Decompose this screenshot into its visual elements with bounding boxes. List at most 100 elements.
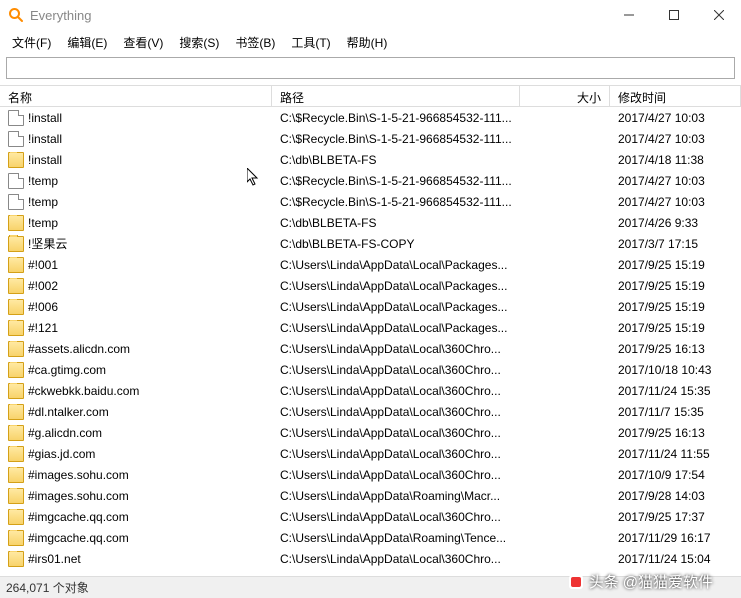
file-name: !install [28,153,62,167]
column-header-mtime[interactable]: 修改时间 [610,86,741,106]
folder-icon [8,467,24,483]
file-mtime: 2017/4/27 10:03 [610,111,741,125]
table-row[interactable]: #!002 C:\Users\Linda\AppData\Local\Packag… [0,275,741,296]
menu-search[interactable]: 搜索(S) [171,32,227,53]
file-path: C:\Users\Linda\AppData\Local\360Chro... [272,363,520,377]
table-row[interactable]: #!001C:\Users\Linda\AppData\Local\Packag… [0,254,741,275]
folder-icon [8,341,24,357]
file-path: C:\db\BLBETA-FS [272,153,520,167]
table-row[interactable]: #assets.alicdn.com C:\Users\Linda\AppData… [0,338,741,359]
table-row[interactable]: #images.sohu.comC:\Users\Linda\AppData\L… [0,464,741,485]
file-name: #dl.ntalker.com [28,405,109,419]
menu-file[interactable]: 文件(F) [4,32,59,53]
table-row[interactable]: !installC:\$Recycle.Bin\S-1-5-21-9668545… [0,128,741,149]
menu-help[interactable]: 帮助(H) [339,32,396,53]
file-name: #gias.jd.com [28,447,95,461]
column-header-size[interactable]: 大小 [520,86,610,106]
folder-icon [8,215,24,231]
table-row[interactable]: #imgcache.qq.comC:\Users\Linda\AppData\R… [0,527,741,548]
table-row[interactable]: !坚果云C:\db\BLBETA-FS-COPY2017/3/7 17:15 [0,233,741,254]
table-row[interactable]: !tempC:\db\BLBETA-FS2017/4/26 9:33 [0,212,741,233]
file-name: #ca.gtimg.com [28,363,106,377]
table-row[interactable]: !installC:\db\BLBETA-FS2017/4/18 11:38 [0,149,741,170]
folder-icon [8,257,24,273]
file-path: C:\Users\Linda\AppData\Local\Packages... [272,258,520,272]
file-mtime: 2017/4/27 10:03 [610,132,741,146]
menu-edit[interactable]: 编辑(E) [59,32,115,53]
menu-tools[interactable]: 工具(T) [283,32,338,53]
folder-icon [8,509,24,525]
file-mtime: 2017/4/26 9:33 [610,216,741,230]
file-path: C:\Users\Linda\AppData\Local\360Chro... [272,342,520,356]
file-icon [8,173,24,189]
file-mtime: 2017/3/7 17:15 [610,237,741,251]
file-path: C:\Users\Linda\AppData\Local\360Chro... [272,447,520,461]
table-row[interactable]: #images.sohu.com C:\Users\Linda\AppData\R… [0,485,741,506]
minimize-button[interactable] [606,0,651,30]
file-mtime: 2017/9/25 16:13 [610,426,741,440]
results-list[interactable]: !install C:\$Recycle.Bin\S-1-5-21-9668545… [0,107,741,579]
file-mtime: 2017/11/24 15:35 [610,384,741,398]
file-mtime: 2017/4/27 10:03 [610,174,741,188]
file-path: C:\$Recycle.Bin\S-1-5-21-966854532-111..… [272,174,520,188]
table-row[interactable]: #dl.ntalker.comC:\Users\Linda\AppData\Lo… [0,401,741,422]
file-path: C:\$Recycle.Bin\S-1-5-21-966854532-111..… [272,195,520,209]
file-path: C:\$Recycle.Bin\S-1-5-21-966854532-111..… [272,111,520,125]
file-mtime: 2017/11/24 11:55 [610,447,741,461]
file-name: !install [28,111,62,125]
file-name: #assets.alicdn.com [28,342,130,356]
app-icon [8,7,24,23]
file-icon [8,194,24,210]
table-row[interactable]: #irs01.net C:\Users\Linda\AppData\Local\3… [0,548,741,569]
table-row[interactable]: !install C:\$Recycle.Bin\S-1-5-21-9668545… [0,107,741,128]
table-row[interactable]: #ckwebkk.baidu.comC:\Users\Linda\AppData… [0,380,741,401]
folder-icon [8,299,24,315]
table-row[interactable]: #!006C:\Users\Linda\AppData\Local\Packag… [0,296,741,317]
menu-bookmarks[interactable]: 书签(B) [227,32,283,53]
file-name: #!006 [28,300,58,314]
file-mtime: 2017/10/18 10:43 [610,363,741,377]
folder-icon [8,152,24,168]
column-header-path[interactable]: 路径 [272,86,520,106]
folder-icon [8,236,24,252]
file-name: #images.sohu.com [28,489,129,503]
file-name: #irs01.net [28,552,81,566]
table-row[interactable]: #imgcache.qq.comC:\Users\Linda\AppData\L… [0,506,741,527]
column-header-name[interactable]: 名称 [0,86,272,106]
maximize-button[interactable] [651,0,696,30]
search-bar [0,54,741,85]
watermark-prefix: 头条 [589,571,619,592]
file-path: C:\Users\Linda\AppData\Roaming\Macr... [272,489,520,503]
watermark-icon [567,573,585,591]
table-row[interactable]: #gias.jd.com C:\Users\Linda\AppData\Local… [0,443,741,464]
window-title: Everything [30,8,91,23]
table-row[interactable]: #ca.gtimg.com C:\Users\Linda\AppData\Loca… [0,359,741,380]
table-row[interactable]: #g.alicdn.comC:\Users\Linda\AppData\Loca… [0,422,741,443]
folder-icon [8,362,24,378]
file-path: C:\$Recycle.Bin\S-1-5-21-966854532-111..… [272,132,520,146]
folder-icon [8,383,24,399]
watermark-account: @猫猫爱软件 [623,571,713,592]
close-button[interactable] [696,0,741,30]
file-path: C:\Users\Linda\AppData\Local\360Chro... [272,384,520,398]
file-path: C:\Users\Linda\AppData\Local\Packages... [272,279,520,293]
search-input[interactable] [6,57,735,79]
file-path: C:\Users\Linda\AppData\Local\360Chro... [272,510,520,524]
file-name: #g.alicdn.com [28,426,102,440]
menu-view[interactable]: 查看(V) [115,32,171,53]
folder-icon [8,320,24,336]
file-mtime: 2017/9/25 15:19 [610,321,741,335]
file-mtime: 2017/9/28 14:03 [610,489,741,503]
file-icon [8,110,24,126]
table-row[interactable]: !tempC:\$Recycle.Bin\S-1-5-21-966854532-… [0,170,741,191]
table-row[interactable]: #!121C:\Users\Linda\AppData\Local\Packag… [0,317,741,338]
file-mtime: 2017/9/25 17:37 [610,510,741,524]
file-mtime: 2017/9/25 15:19 [610,279,741,293]
file-mtime: 2017/11/7 15:35 [610,405,741,419]
file-name: #images.sohu.com [28,468,129,482]
folder-icon [8,404,24,420]
file-name: #!002 [28,279,58,293]
table-row[interactable]: !temp C:\$Recycle.Bin\S-1-5-21-966854532-… [0,191,741,212]
file-path: C:\Users\Linda\AppData\Local\360Chro... [272,552,520,566]
file-name: !temp [28,195,58,209]
